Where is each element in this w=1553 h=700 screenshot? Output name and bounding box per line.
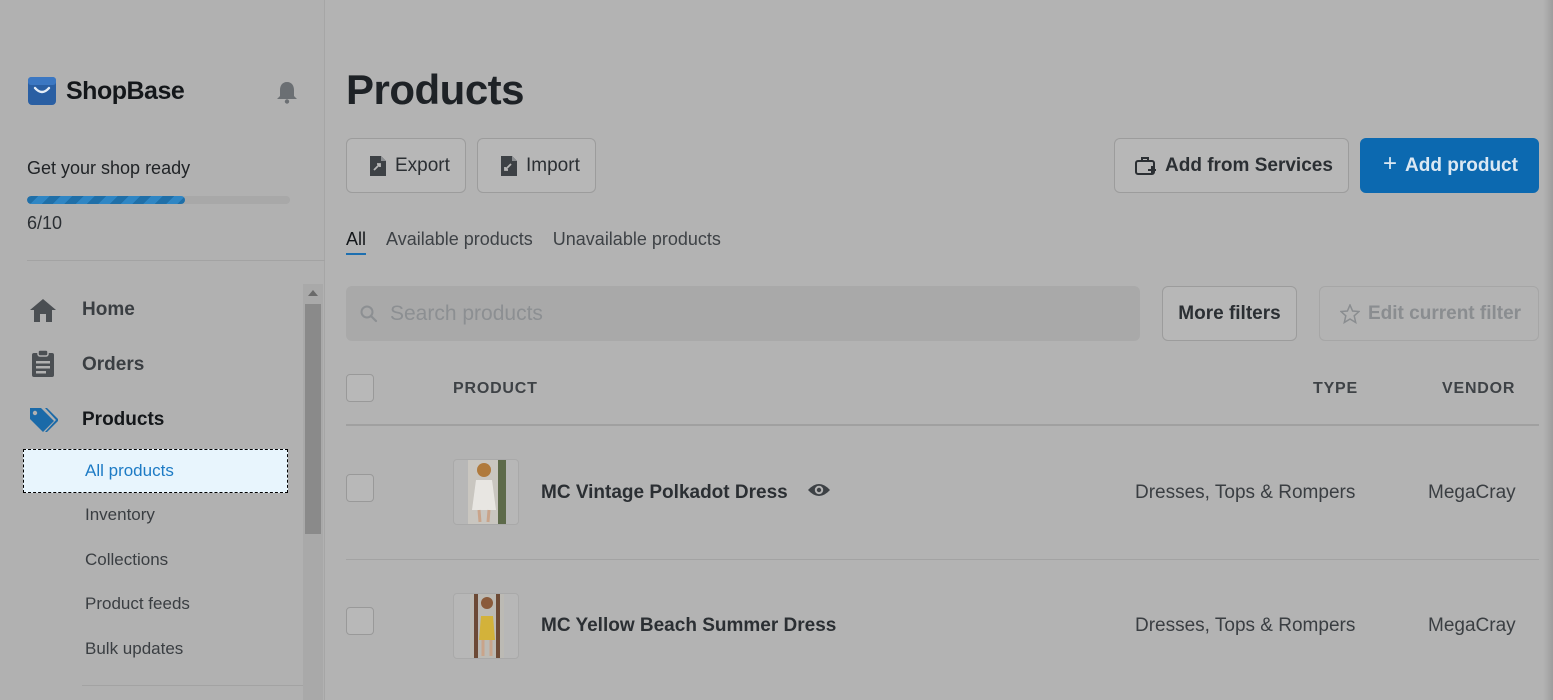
scroll-up-arrow-icon[interactable]	[308, 290, 318, 296]
column-header-product[interactable]: PRODUCT	[453, 380, 538, 398]
add-product-button[interactable]: + Add product	[1360, 138, 1539, 193]
column-header-vendor[interactable]: VENDOR	[1442, 380, 1515, 398]
export-label: Export	[395, 154, 450, 176]
product-type: Dresses, Tops & Rompers	[1135, 615, 1356, 636]
table-header-divider	[346, 424, 1539, 426]
sidebar-item-orders[interactable]: Orders	[28, 349, 144, 379]
tab-unavailable-products[interactable]: Unavailable products	[553, 229, 721, 255]
export-button[interactable]: Export	[346, 138, 466, 193]
scrollbar-thumb[interactable]	[305, 304, 321, 534]
star-icon	[1340, 303, 1360, 324]
edit-current-filter-button[interactable]: Edit current filter	[1319, 286, 1539, 341]
add-product-label: Add product	[1405, 154, 1518, 176]
add-from-services-label: Add from Services	[1165, 154, 1333, 176]
bell-icon[interactable]	[276, 80, 298, 104]
brand-name: ShopBase	[66, 76, 185, 105]
tab-all[interactable]: All	[346, 229, 367, 255]
tab-available-products[interactable]: Available products	[386, 229, 533, 255]
product-image	[468, 460, 506, 524]
sidebar-subitem-label: All products	[85, 461, 174, 480]
product-vendor: MegaCray	[1428, 482, 1516, 503]
sidebar-item-products[interactable]: Products	[28, 404, 164, 434]
sidebar-subitem-bulk-updates[interactable]: Bulk updates	[85, 639, 183, 659]
sidebar-scrollbar[interactable]	[303, 284, 323, 700]
search-input[interactable]: Search products	[346, 286, 1140, 341]
home-icon	[28, 295, 58, 325]
select-all-checkbox[interactable]	[346, 374, 374, 402]
row-checkbox[interactable]	[346, 607, 374, 635]
file-import-icon	[501, 155, 517, 176]
import-button[interactable]: Import	[477, 138, 596, 193]
clipboard-icon	[28, 349, 58, 379]
sidebar: ShopBase Get your shop ready 6/10 Home O…	[0, 0, 325, 700]
sidebar-item-home[interactable]: Home	[28, 295, 135, 325]
onboarding-progress-text: 6/10	[27, 213, 63, 233]
search-icon	[360, 305, 378, 322]
sidebar-item-label: Orders	[82, 354, 145, 375]
product-tabs: All Available products Unavailable produ…	[346, 229, 721, 255]
page-title: Products	[346, 66, 525, 113]
product-image	[470, 594, 504, 658]
sidebar-item-label: Products	[82, 409, 165, 430]
edge-shadow	[1543, 0, 1553, 700]
onboarding-progress-bar	[27, 196, 290, 204]
sidebar-divider	[27, 260, 325, 261]
edit-current-filter-label: Edit current filter	[1368, 302, 1522, 324]
product-name[interactable]: MC Vintage Polkadot Dress	[541, 482, 788, 504]
eye-icon[interactable]	[807, 481, 831, 499]
sidebar-subitem-all-products[interactable]: All products	[23, 449, 288, 493]
row-checkbox[interactable]	[346, 474, 374, 502]
more-filters-button[interactable]: More filters	[1162, 286, 1297, 341]
briefcase-plus-icon	[1135, 156, 1156, 175]
sidebar-subitem-collections[interactable]: Collections	[85, 550, 168, 570]
file-export-icon	[370, 155, 386, 176]
product-name[interactable]: MC Yellow Beach Summer Dress	[541, 615, 836, 637]
sidebar-item-label: Home	[82, 299, 135, 320]
product-thumbnail[interactable]	[453, 593, 519, 659]
sidebar-subitem-product-feeds[interactable]: Product feeds	[85, 594, 190, 614]
sidebar-subitem-inventory[interactable]: Inventory	[85, 505, 155, 525]
column-header-type[interactable]: TYPE	[1313, 380, 1358, 398]
product-type: Dresses, Tops & Rompers	[1135, 482, 1356, 503]
onboarding-title[interactable]: Get your shop ready	[27, 158, 190, 179]
tags-icon	[28, 404, 58, 434]
product-thumbnail[interactable]	[453, 459, 519, 525]
product-vendor: MegaCray	[1428, 615, 1516, 636]
shopbase-logo-icon	[28, 77, 56, 105]
add-from-services-button[interactable]: Add from Services	[1114, 138, 1349, 193]
main-content: Products Export Import Add from Services…	[326, 0, 1553, 700]
table-row-divider	[346, 559, 1539, 560]
onboarding-progress-fill	[27, 196, 185, 204]
import-label: Import	[526, 154, 580, 176]
sidebar-subdivider	[82, 685, 303, 686]
brand[interactable]: ShopBase	[27, 76, 185, 106]
search-placeholder: Search products	[390, 301, 543, 325]
plus-icon: +	[1383, 149, 1398, 177]
